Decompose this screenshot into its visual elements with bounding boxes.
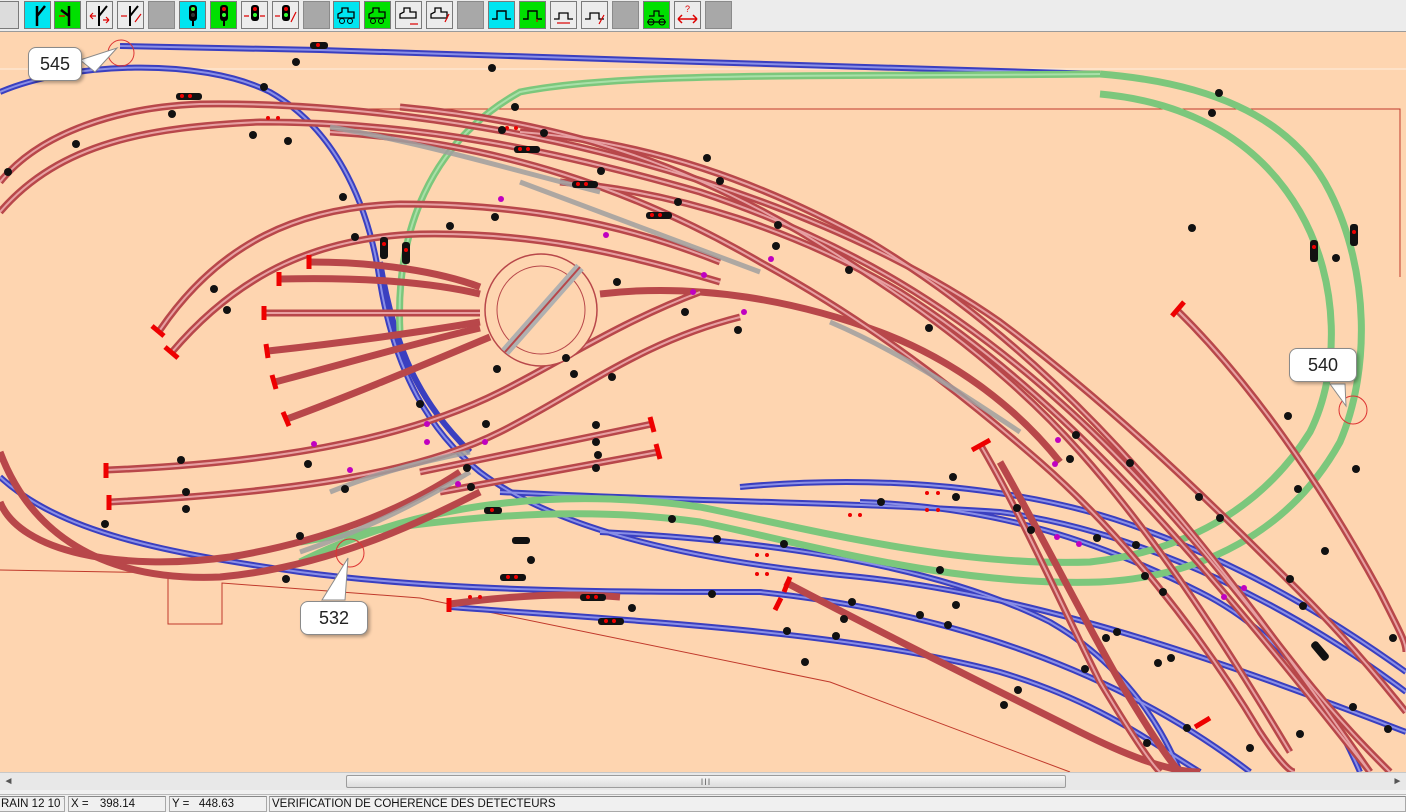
toolbar-separator [457, 1, 484, 29]
scroll-left-icon[interactable]: ◄ [0, 773, 17, 790]
toolbar-partial-button[interactable] [0, 1, 19, 29]
turnout-right-control-tool[interactable] [117, 1, 144, 29]
detector-callout-545: 545 [28, 47, 82, 81]
status-mode-text: RAIN 12 10 V [1, 798, 65, 810]
turnout-left-icon [25, 2, 50, 28]
y-value: 448.63 [198, 798, 234, 810]
turnout-right-control-icon [118, 2, 143, 28]
locomotive-route-icon [427, 2, 452, 28]
horizontal-scrollbar[interactable]: ◄ III ► [0, 772, 1406, 790]
layout-canvas[interactable]: 545 540 532 [0, 32, 1406, 772]
detector-route-tool[interactable] [581, 1, 608, 29]
detector-control-tool[interactable] [550, 1, 577, 29]
status-message-text: VERIFICATION DE COHERENCE DES DETECTEURS [272, 798, 556, 810]
locomotive-icon [334, 2, 359, 28]
callout-label: 532 [318, 607, 350, 628]
detector-callout-540: 540 [1289, 348, 1357, 382]
x-value: 398.14 [99, 798, 135, 810]
turnout-left-tool[interactable] [24, 1, 51, 29]
track-plan [0, 39, 1406, 772]
detector-route-icon [582, 2, 607, 28]
locomotive-green-tool[interactable] [364, 1, 391, 29]
turnout-left-control-icon [87, 2, 112, 28]
signal-green-icon [211, 2, 236, 28]
locomotive-route-tool[interactable] [426, 1, 453, 29]
application-window: ? 545 540 532 ◄ III ► RAIN 12 10 V X = 3… [0, 0, 1406, 812]
area-outline [0, 569, 1071, 772]
turnout-right-tool[interactable] [54, 1, 81, 29]
toolbar-separator [303, 1, 330, 29]
area-outline [330, 108, 1401, 277]
locomotive-tool[interactable] [333, 1, 360, 29]
signal-route-icon [273, 2, 298, 28]
toolbar-separator [148, 1, 175, 29]
toolbar: ? [0, 0, 1406, 32]
scroll-right-icon[interactable]: ► [1389, 773, 1406, 790]
turnout-right-icon [55, 2, 80, 28]
signal-green-tool[interactable] [210, 1, 237, 29]
y-label: Y = [172, 798, 190, 810]
signal-icon [180, 2, 205, 28]
x-label: X = [71, 798, 89, 810]
status-bar: RAIN 12 10 V X = 398.14 Y = 448.63 VERIF… [0, 794, 1406, 812]
detector-icon [489, 2, 514, 28]
detector-coherence-tool[interactable] [643, 1, 670, 29]
status-mode: RAIN 12 10 V [0, 796, 65, 812]
turntable [484, 253, 598, 367]
measure-tool[interactable]: ? [674, 1, 701, 29]
red-tracks [0, 100, 1406, 772]
detector-callout-532: 532 [300, 601, 368, 635]
locomotive-control-tool[interactable] [395, 1, 422, 29]
detector-control-icon [551, 2, 576, 28]
measure-icon: ? [675, 2, 700, 28]
status-message: VERIFICATION DE COHERENCE DES DETECTEURS [269, 796, 1406, 812]
signal-route-tool[interactable] [272, 1, 299, 29]
blue-tracks [0, 43, 1406, 772]
grip-icon: III [700, 776, 712, 787]
detector-green-icon [520, 2, 545, 28]
detector-markers [4, 58, 1397, 752]
detector-coherence-icon [644, 2, 669, 28]
locomotive-control-icon [396, 2, 421, 28]
svg-text:?: ? [685, 4, 690, 14]
signal-control-tool[interactable] [241, 1, 268, 29]
turnout-left-control-tool[interactable] [86, 1, 113, 29]
status-x-coordinate: X = 398.14 [68, 796, 166, 812]
locomotive-green-icon [365, 2, 390, 28]
detector-green-tool[interactable] [519, 1, 546, 29]
detector-tool[interactable] [488, 1, 515, 29]
signal-tool[interactable] [179, 1, 206, 29]
scrollbar-thumb[interactable]: III [346, 775, 1066, 788]
callout-label: 545 [39, 53, 71, 74]
toolbar-separator [612, 1, 639, 29]
toolbar-separator [705, 1, 732, 29]
signal-control-icon [242, 2, 267, 28]
status-y-coordinate: Y = 448.63 [169, 796, 267, 812]
callout-label: 540 [1307, 354, 1339, 375]
